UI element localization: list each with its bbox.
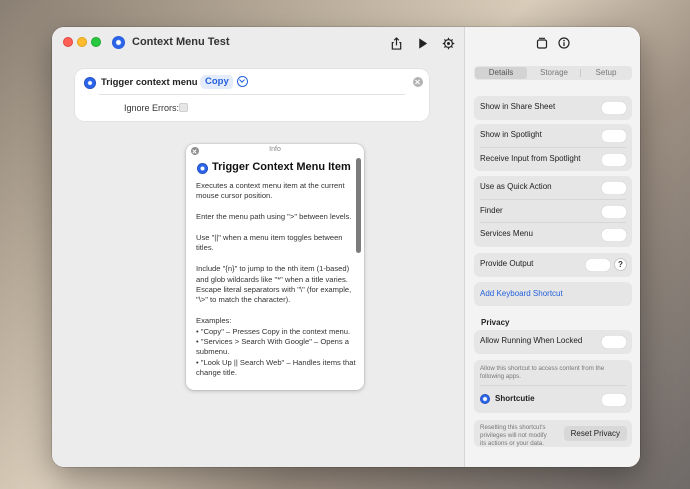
row-quick-action: Use as Quick Action	[474, 176, 632, 200]
tab-setup[interactable]: Setup	[580, 66, 632, 80]
info-example: • "Services > Search With Google" – Open…	[196, 337, 350, 357]
locked-label: Allow Running When Locked	[480, 336, 583, 345]
editor-pane: Context Menu Test Trigger context menu i…	[52, 27, 463, 467]
services-toggle[interactable]	[601, 228, 627, 242]
run-button[interactable]	[411, 33, 433, 53]
info-popover: Info Trigger Context Menu Item Executes …	[186, 144, 364, 390]
info-paragraph: Include "{n}" to jump to the nth item (1…	[196, 264, 352, 305]
tab-storage[interactable]: Storage	[528, 66, 580, 80]
zoom-window-button[interactable]	[91, 37, 101, 47]
info-description: Executes a context menu item at the curr…	[196, 181, 356, 379]
settings-button[interactable]	[437, 33, 459, 53]
info-button[interactable]	[553, 33, 575, 53]
row-shortcutie: Shortcutie	[474, 388, 632, 412]
row-services: Services Menu	[474, 223, 632, 247]
reset-group: Resetting this shortcut's privileges wil…	[474, 420, 632, 447]
sidebar-tabs: Details Storage Setup	[474, 66, 632, 80]
row-receive-spotlight: Receive Input from Spotlight	[474, 148, 632, 172]
action-card[interactable]: Trigger context menu item Copy Ignore Er…	[75, 69, 429, 121]
menu-path-parameter[interactable]: Copy	[201, 75, 233, 89]
shortcut-editor-window: Context Menu Test Trigger context menu i…	[52, 27, 640, 467]
window-title[interactable]: Context Menu Test	[132, 36, 230, 48]
info-paragraph: Use "||" when a menu item toggles betwee…	[196, 233, 343, 253]
reset-privacy-button[interactable]: Reset Privacy	[563, 426, 627, 441]
receive-spotlight-toggle[interactable]	[601, 152, 627, 167]
finder-toggle[interactable]	[601, 204, 627, 219]
sidebar-mode-switch	[531, 33, 575, 53]
tab-details[interactable]: Details	[475, 67, 527, 79]
app-access-note: Allow this shortcut to access content fr…	[480, 365, 605, 380]
info-scrollbar[interactable]	[356, 158, 361, 253]
privacy-header: Privacy	[481, 318, 510, 327]
info-title: Trigger Context Menu Item	[212, 161, 351, 173]
ignore-errors-label: Ignore Errors:	[124, 103, 180, 113]
library-button[interactable]	[531, 33, 553, 53]
quick-action-group: Use as Quick Action Finder Services Menu	[474, 176, 632, 247]
row-finder: Finder	[474, 200, 632, 223]
provide-output-toggle[interactable]	[585, 258, 611, 272]
gear-icon	[442, 37, 454, 49]
shortcut-gear-icon[interactable]	[112, 36, 125, 49]
card-divider	[99, 94, 405, 95]
provide-output-group: Provide Output ?	[474, 253, 632, 277]
share-sheet-label: Show in Share Sheet	[480, 102, 556, 111]
row-divider	[480, 385, 626, 386]
add-keyboard-shortcut-link[interactable]: Add Keyboard Shortcut	[480, 289, 563, 298]
remove-action-icon[interactable]	[413, 77, 423, 87]
shortcutie-toggle[interactable]	[601, 393, 627, 407]
action-gear-icon	[197, 163, 208, 174]
details-sidebar: Details Storage Setup Show in Share Shee…	[464, 27, 640, 467]
spotlight-group: Show in Spotlight Receive Input from Spo…	[474, 124, 632, 171]
share-sheet-toggle[interactable]	[601, 101, 627, 115]
share-icon	[391, 36, 401, 50]
chevron-down-icon[interactable]	[237, 76, 248, 87]
info-icon	[558, 37, 570, 49]
locked-toggle[interactable]	[601, 335, 627, 349]
info-paragraph: Executes a context menu item at the curr…	[196, 181, 345, 201]
keyboard-shortcut-group: Add Keyboard Shortcut	[474, 282, 632, 306]
locked-group: Allow Running When Locked	[474, 330, 632, 354]
quick-action-toggle[interactable]	[601, 181, 627, 195]
shortcutie-label: Shortcutie	[495, 394, 535, 403]
info-example: • "Look Up || Search Web" – Handles item…	[196, 357, 356, 378]
info-paragraph: Examples:	[196, 316, 232, 326]
quick-action-label: Use as Quick Action	[480, 182, 552, 191]
play-icon	[418, 37, 427, 49]
info-paragraph: Enter the menu path using ">" between le…	[196, 212, 352, 222]
action-gear-icon	[84, 77, 96, 89]
info-example: • "Copy" – Presses Copy in the context m…	[196, 326, 351, 336]
row-provide-output: Provide Output ?	[474, 253, 632, 277]
spotlight-label: Show in Spotlight	[480, 130, 542, 139]
spotlight-toggle[interactable]	[601, 129, 627, 143]
app-access-group: Allow this shortcut to access content fr…	[474, 360, 632, 413]
row-add-shortcut: Add Keyboard Shortcut	[474, 282, 632, 306]
row-spotlight: Show in Spotlight	[474, 124, 632, 148]
shortcutie-app-icon	[480, 394, 490, 404]
title-bar: Context Menu Test	[52, 27, 463, 59]
minimize-window-button[interactable]	[77, 37, 87, 47]
services-label: Services Menu	[480, 229, 533, 238]
ignore-errors-checkbox[interactable]	[179, 103, 188, 112]
help-button[interactable]: ?	[614, 258, 627, 271]
row-share-sheet: Show in Share Sheet	[474, 96, 632, 120]
row-locked: Allow Running When Locked	[474, 330, 632, 354]
reset-note: Resetting this shortcut's privileges wil…	[480, 424, 547, 447]
finder-label: Finder	[480, 205, 503, 215]
share-button[interactable]	[385, 33, 407, 53]
close-window-button[interactable]	[63, 37, 73, 47]
library-icon	[536, 37, 548, 49]
receive-spotlight-label: Receive Input from Spotlight	[480, 153, 581, 163]
provide-output-label: Provide Output	[480, 259, 534, 268]
share-sheet-group: Show in Share Sheet	[474, 96, 632, 120]
info-header: Info	[269, 146, 281, 153]
